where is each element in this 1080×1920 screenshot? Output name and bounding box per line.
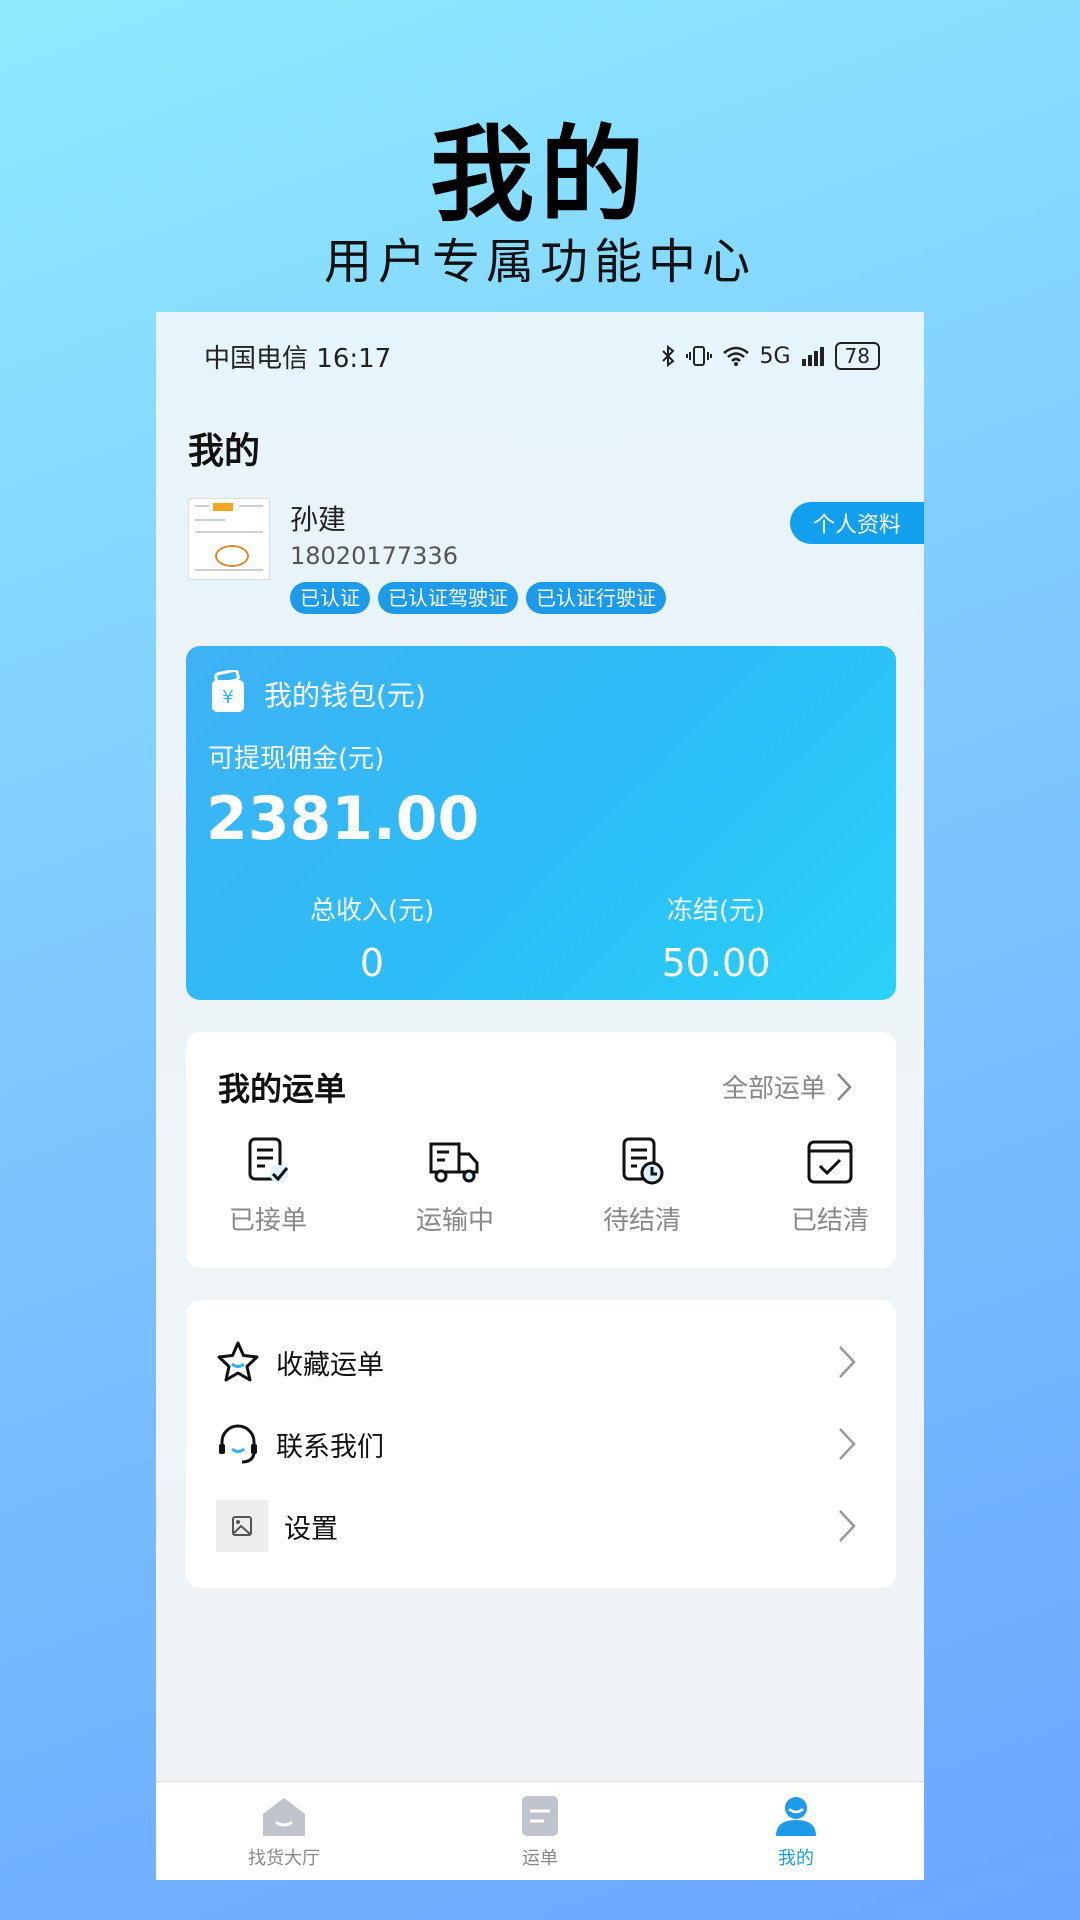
total-income-value: 0 xyxy=(359,941,385,985)
order-status-label: 已结清 xyxy=(790,1206,869,1236)
image-placeholder-icon xyxy=(216,1500,268,1552)
withdrawable-label: 可提现佣金(元) xyxy=(208,744,385,774)
headset-icon xyxy=(219,1424,257,1464)
waybill-icon xyxy=(522,1796,558,1836)
bottom-tab-bar: 找货大厅 运单 我的 xyxy=(156,1781,924,1880)
verification-tags: 已认证 已认证驾驶证 已认证行驶证 xyxy=(290,582,666,614)
truck-icon xyxy=(429,1142,479,1183)
order-status-label: 运输中 xyxy=(415,1206,494,1236)
avatar[interactable] xyxy=(188,498,270,580)
order-status-pending[interactable]: 待结清 xyxy=(562,1136,722,1237)
tag-driver-license: 已认证驾驶证 xyxy=(378,582,518,614)
star-icon xyxy=(217,1341,259,1382)
settled-check-icon xyxy=(807,1140,853,1184)
withdrawable-amount: 2381.00 xyxy=(206,784,480,854)
frozen-label: 冻结(元) xyxy=(666,896,766,926)
phone-screen: 中国电信 16:17 5G 78 我的 孙建 18020177336 已认证 已… xyxy=(156,312,924,1880)
promo-subtitle: 用户专属功能中心 xyxy=(323,234,756,290)
tag-vehicle-license: 已认证行驶证 xyxy=(526,582,666,614)
order-accepted-icon xyxy=(248,1137,289,1183)
order-status-accepted[interactable]: 已接单 xyxy=(188,1136,348,1237)
all-orders-label: 全部运单 xyxy=(721,1074,826,1104)
user-phone: 18020177336 xyxy=(290,542,458,570)
tab-label: 我的 xyxy=(778,1848,814,1869)
status-bar: 中国电信 16:17 5G 78 xyxy=(204,328,880,384)
profile-button[interactable]: 个人资料 xyxy=(790,502,924,544)
status-left: 中国电信 16:17 xyxy=(204,338,391,375)
orders-card: 我的运单 全部运单 已接单 运输中 待结清 已结清 xyxy=(186,1032,896,1268)
tab-mine[interactable]: 我的 xyxy=(696,1794,896,1870)
chevron-right-icon xyxy=(837,1072,852,1101)
total-income-label: 总收入(元) xyxy=(309,896,435,926)
order-status-in-transit[interactable]: 运输中 xyxy=(375,1136,535,1237)
user-name: 孙建 xyxy=(290,503,347,536)
bluetooth-icon xyxy=(661,344,674,368)
page-title: 我的 xyxy=(188,431,261,472)
network-type: 5G xyxy=(759,343,791,369)
menu-item-favorites[interactable]: 收藏运单 xyxy=(216,1332,856,1392)
menu-item-label: 收藏运单 xyxy=(276,1349,384,1381)
menu-item-contact[interactable]: 联系我们 xyxy=(216,1414,856,1474)
order-status-settled[interactable]: 已结清 xyxy=(750,1136,910,1237)
battery-indicator: 78 xyxy=(834,342,880,370)
orders-title: 我的运单 xyxy=(218,1070,347,1108)
status-right: 5G 78 xyxy=(660,342,880,370)
wifi-icon xyxy=(722,346,749,366)
order-status-label: 待结清 xyxy=(602,1206,681,1236)
menu-card: 收藏运单 联系我们 设置 xyxy=(186,1300,896,1588)
svg-text:¥: ¥ xyxy=(222,687,233,708)
frozen-value: 50.00 xyxy=(661,941,771,985)
tab-cargo-hall[interactable]: 找货大厅 xyxy=(184,1794,384,1870)
vibrate-icon xyxy=(685,346,712,366)
signal-icon xyxy=(801,347,824,366)
frozen-stat: 冻结(元) 50.00 xyxy=(586,890,846,985)
order-status-label: 已接单 xyxy=(228,1206,307,1236)
menu-item-label: 设置 xyxy=(284,1513,338,1545)
chevron-right-icon xyxy=(839,1510,856,1542)
pending-clock-icon xyxy=(622,1137,664,1185)
wallet-title: 我的钱包(元) xyxy=(264,679,426,712)
profile-icon xyxy=(776,1797,816,1836)
tag-verified: 已认证 xyxy=(290,582,370,614)
promo-title: 我的 xyxy=(429,114,650,236)
home-icon xyxy=(263,1798,305,1836)
chevron-right-icon xyxy=(839,1346,856,1378)
tab-label: 运单 xyxy=(522,1848,558,1869)
tab-waybill[interactable]: 运单 xyxy=(440,1794,640,1870)
menu-item-label: 联系我们 xyxy=(276,1431,384,1463)
all-orders-link[interactable]: 全部运单 xyxy=(722,1068,852,1105)
wallet-icon: ¥ xyxy=(212,670,244,712)
status-time: 16:17 xyxy=(316,343,392,374)
carrier-name: 中国电信 xyxy=(204,343,309,374)
tab-label: 找货大厅 xyxy=(248,1848,320,1869)
menu-item-settings[interactable]: 设置 xyxy=(216,1496,856,1556)
wallet-card[interactable]: ¥ 我的钱包(元) 可提现佣金(元) 2381.00 总收入(元) 0 冻结(元… xyxy=(186,646,896,1000)
chevron-right-icon xyxy=(839,1428,856,1460)
total-income-stat: 总收入(元) 0 xyxy=(242,890,502,985)
